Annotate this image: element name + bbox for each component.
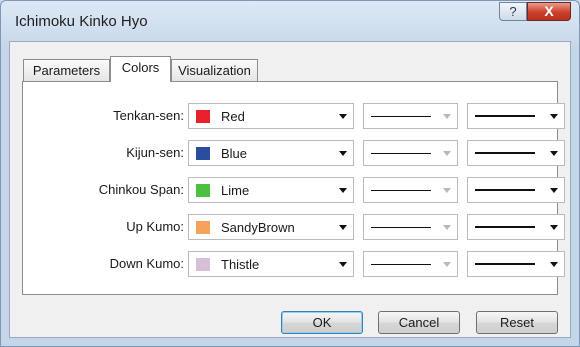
line-width-preview [475,152,535,154]
chinkou-span-line-style-select[interactable] [363,177,458,203]
color-name: Lime [221,183,250,198]
chevron-down-icon [550,151,558,156]
chinkou-span-label: Chinkou Span: [98,182,184,197]
up-kumo-line-style-select[interactable] [363,214,458,240]
line-width-preview [475,226,535,228]
color-name: Thistle [221,257,260,272]
line-style-preview [371,190,431,191]
ok-button[interactable]: OK [281,311,363,334]
tab-colors[interactable]: Colors [110,56,171,82]
chevron-down-icon [550,225,558,230]
down-kumo-line-style-select[interactable] [363,251,458,277]
chevron-down-icon [339,225,347,230]
kijun-sen-line-style-select[interactable] [363,140,458,166]
row-down-kumo: Down Kumo: Thistle [23,251,565,279]
kijun-sen-label: Kijun-sen: [126,145,184,160]
chevron-down-icon [339,262,347,267]
up-kumo-line-width-select[interactable] [467,214,565,240]
row-tenkan-sen: Tenkan-sen: Red [23,103,565,131]
color-name: Blue [221,146,248,161]
chevron-down-icon [443,225,451,230]
tab-parameters[interactable]: Parameters [23,59,110,81]
line-style-preview [371,264,431,265]
color-name: SandyBrown [221,220,295,235]
chevron-down-icon [550,114,558,119]
down-kumo-label: Down Kumo: [109,256,184,271]
tenkan-sen-label: Tenkan-sen: [113,108,184,123]
down-kumo-line-width-select[interactable] [467,251,565,277]
tab-visualization[interactable]: Visualization [171,59,258,81]
down-kumo-color-select[interactable]: Thistle [188,251,354,277]
color-swatch [196,258,210,271]
chinkou-span-line-width-select[interactable] [467,177,565,203]
color-swatch [196,221,210,234]
tenkan-sen-line-style-select[interactable] [363,103,458,129]
colors-tab-panel: Tenkan-sen: Red Kijun-sen: Blue Chinkou … [22,81,565,295]
kijun-sen-line-width-select[interactable] [467,140,565,166]
chevron-down-icon [339,114,347,119]
cancel-button[interactable]: Cancel [378,311,460,334]
line-style-preview [371,116,431,117]
dialog-window: Ichimoku Kinko Hyo ? X Parameters Colors… [0,0,580,347]
up-kumo-label: Up Kumo: [126,219,184,234]
chevron-down-icon [443,188,451,193]
chevron-down-icon [443,151,451,156]
row-up-kumo: Up Kumo: SandyBrown [23,214,565,242]
tenkan-sen-color-select[interactable]: Red [188,103,354,129]
tenkan-sen-line-width-select[interactable] [467,103,565,129]
kijun-sen-color-select[interactable]: Blue [188,140,354,166]
up-kumo-color-select[interactable]: SandyBrown [188,214,354,240]
window-title: Ichimoku Kinko Hyo [15,13,148,30]
dialog-client-area: Parameters Colors Visualization Tenkan-s… [9,41,571,338]
chevron-down-icon [443,262,451,267]
close-button[interactable]: X [527,2,571,21]
color-swatch [196,110,210,123]
line-style-preview [371,153,431,154]
chevron-down-icon [550,262,558,267]
line-style-preview [371,227,431,228]
line-width-preview [475,263,535,265]
chevron-down-icon [339,151,347,156]
color-name: Red [221,109,245,124]
row-chinkou-span: Chinkou Span: Lime [23,177,565,205]
line-width-preview [475,115,535,117]
chevron-down-icon [443,114,451,119]
title-bar[interactable]: Ichimoku Kinko Hyo ? X [1,1,579,41]
color-swatch [196,184,210,197]
chevron-down-icon [550,188,558,193]
chevron-down-icon [339,188,347,193]
help-button[interactable]: ? [499,2,527,21]
reset-button[interactable]: Reset [476,311,558,334]
chinkou-span-color-select[interactable]: Lime [188,177,354,203]
line-width-preview [475,189,535,191]
color-swatch [196,147,210,160]
row-kijun-sen: Kijun-sen: Blue [23,140,565,168]
